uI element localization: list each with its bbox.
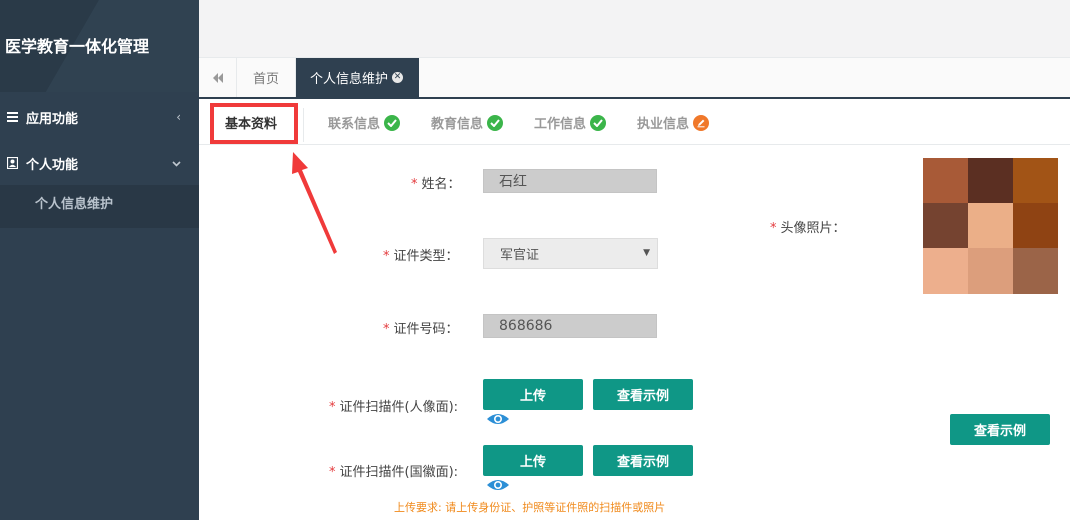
sidebar-group-app-functions[interactable]: 应用功能 ‹ bbox=[0, 94, 199, 140]
photo-pixel bbox=[923, 158, 968, 203]
check-circle-icon bbox=[487, 114, 504, 131]
tab-bar: 首页 个人信息维护 ✕ bbox=[199, 58, 1070, 99]
upload-back-button[interactable]: 上传 bbox=[483, 445, 583, 476]
photo-pixel bbox=[1013, 158, 1058, 203]
id-number-label: * 证件号码： bbox=[383, 322, 459, 337]
scan-front-label: * 证件扫描件(人像面): bbox=[329, 400, 459, 415]
sidebar: 医学教育一体化管理 应用功能 ‹ 个人功能 个人信息维护 bbox=[0, 0, 199, 520]
sidebar-submenu: 个人信息维护 bbox=[0, 185, 199, 228]
subtab-label: 工作信息 bbox=[534, 117, 587, 132]
sidebar-group-personal-functions[interactable]: 个人功能 bbox=[0, 140, 199, 186]
name-field[interactable]: 石红 bbox=[483, 169, 657, 193]
name-label: * 姓名： bbox=[411, 177, 461, 192]
check-circle-icon bbox=[590, 114, 607, 131]
view-example-back-button[interactable]: 查看示例 bbox=[593, 445, 693, 476]
id-number-field[interactable]: 868686 bbox=[483, 314, 657, 338]
avatar-photo bbox=[923, 158, 1058, 294]
subtab-contact-info[interactable]: 联系信息 bbox=[328, 100, 401, 145]
subtab-practice-info[interactable]: 执业信息 bbox=[637, 100, 710, 145]
sidebar-item-personal-info[interactable]: 个人信息维护 bbox=[35, 193, 113, 212]
photo-pixel bbox=[923, 203, 968, 248]
id-type-label: * 证件类型： bbox=[383, 249, 459, 264]
sidebar-header: 医学教育一体化管理 bbox=[0, 0, 199, 92]
tab-personal-info[interactable]: 个人信息维护 ✕ bbox=[296, 58, 419, 97]
close-icon[interactable]: ✕ bbox=[392, 72, 404, 83]
annotation-highlight-box bbox=[210, 103, 298, 144]
view-example-front-button[interactable]: 查看示例 bbox=[593, 379, 693, 410]
sidebar-group-label: 应用功能 bbox=[26, 111, 79, 127]
caret-down-icon: ▼ bbox=[643, 248, 650, 258]
eye-icon[interactable] bbox=[486, 411, 510, 427]
photo-pixel bbox=[968, 158, 1013, 203]
user-icon bbox=[6, 157, 18, 169]
app-title: 医学教育一体化管理 bbox=[5, 37, 150, 56]
photo-label: * 头像照片： bbox=[770, 221, 846, 236]
id-type-value: 军官证 bbox=[500, 248, 540, 263]
edit-icon bbox=[693, 114, 710, 131]
upload-hint: 上传要求: 请上传身份证、护照等证件照的扫描件或照片 bbox=[394, 501, 666, 514]
photo-pixel bbox=[968, 248, 1013, 294]
sidebar-group-label: 个人功能 bbox=[26, 157, 79, 173]
photo-pixel bbox=[1013, 248, 1058, 294]
photo-pixel bbox=[968, 203, 1013, 248]
top-bar bbox=[199, 0, 1070, 58]
annotation-arrow-icon bbox=[292, 152, 337, 254]
subtab-education-info[interactable]: 教育信息 bbox=[431, 100, 504, 145]
chevron-down-icon bbox=[172, 156, 181, 170]
subtab-divider bbox=[303, 108, 304, 142]
scan-back-label: * 证件扫描件(国徽面): bbox=[329, 465, 459, 480]
double-chevron-left-icon[interactable] bbox=[199, 58, 237, 97]
subtab-bar: 基本资料 联系信息 教育信息 工作信息 执业信息 bbox=[199, 100, 1070, 145]
hamburger-icon bbox=[6, 112, 18, 122]
tab-home[interactable]: 首页 bbox=[237, 58, 296, 97]
upload-front-button[interactable]: 上传 bbox=[483, 379, 583, 410]
subtab-label: 联系信息 bbox=[328, 117, 381, 132]
subtab-work-info[interactable]: 工作信息 bbox=[534, 100, 607, 145]
id-type-select[interactable]: 军官证 ▼ bbox=[483, 238, 658, 269]
chevron-left-icon: ‹ bbox=[176, 110, 181, 124]
check-circle-icon bbox=[384, 114, 401, 131]
subtab-label: 执业信息 bbox=[637, 117, 690, 132]
view-example-photo-button[interactable]: 查看示例 bbox=[950, 414, 1050, 445]
photo-pixel bbox=[1013, 203, 1058, 248]
subtab-label: 教育信息 bbox=[431, 117, 484, 132]
eye-icon[interactable] bbox=[486, 477, 510, 493]
photo-pixel bbox=[923, 248, 968, 294]
tab-label: 个人信息维护 bbox=[310, 72, 389, 87]
